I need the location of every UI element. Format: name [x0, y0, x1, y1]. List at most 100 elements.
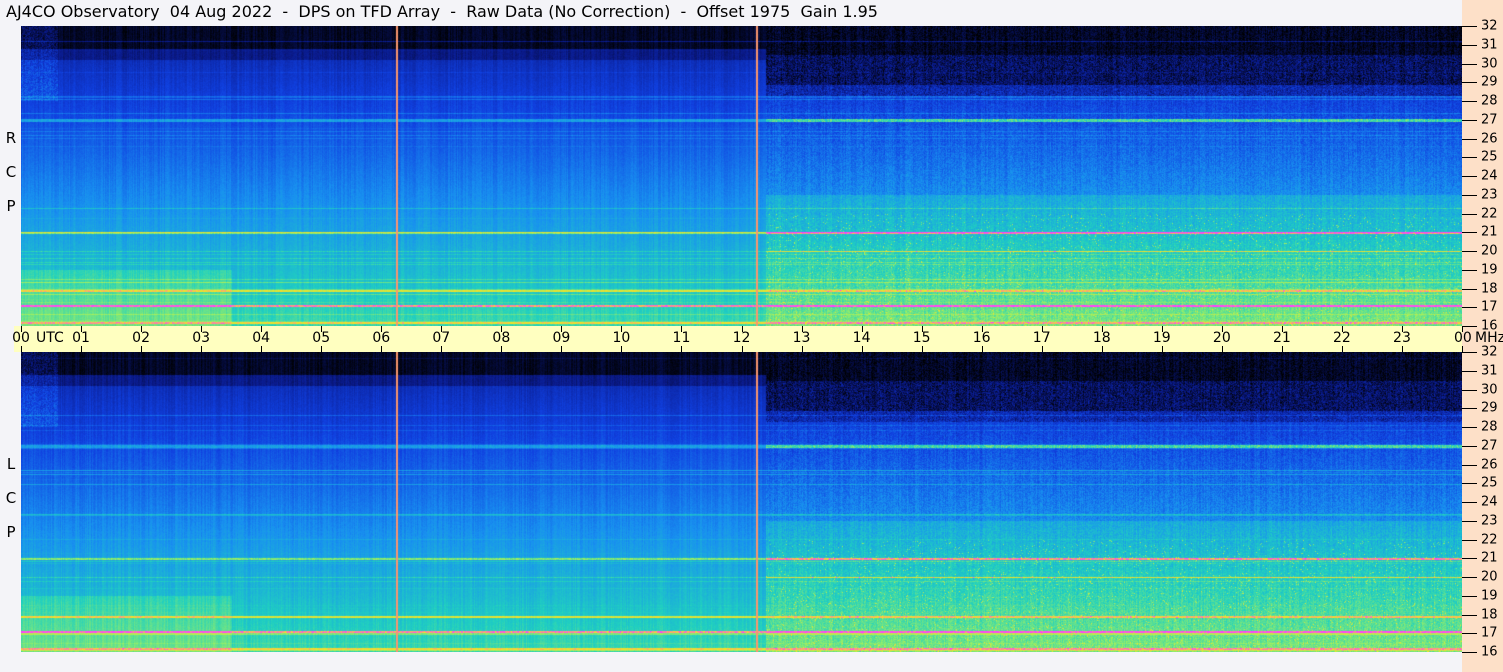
freq-tick-label: 31 — [1481, 37, 1498, 53]
freq-tick-label: 31 — [1481, 363, 1498, 379]
freq-tick-label: 24 — [1481, 494, 1498, 510]
time-tick — [1221, 326, 1223, 332]
polarization-label: RCP — [4, 121, 18, 223]
time-tick-label: 22 — [1332, 330, 1351, 346]
freq-tick-label: 29 — [1481, 74, 1498, 90]
freq-tick-label: 17 — [1481, 625, 1498, 641]
time-tick-label: 13 — [792, 330, 811, 346]
time-tick — [861, 326, 863, 332]
polarization-label: LCP — [4, 447, 18, 549]
time-tick-label: 14 — [852, 330, 871, 346]
freq-tick — [1462, 633, 1477, 635]
x-axis-unit: UTC — [36, 330, 64, 346]
freq-tick — [1462, 595, 1477, 597]
time-tick-label: 11 — [672, 330, 691, 346]
time-tick — [561, 346, 563, 352]
polarization-letter: R — [5, 129, 17, 147]
time-tick — [921, 326, 923, 332]
time-tick-label: 06 — [372, 330, 391, 346]
freq-tick-label: 17 — [1481, 299, 1498, 315]
freq-tick-label: 28 — [1481, 419, 1498, 435]
time-tick-label: 09 — [552, 330, 571, 346]
time-tick — [801, 326, 803, 332]
freq-tick — [1462, 520, 1477, 522]
freq-tick-label: 23 — [1481, 187, 1498, 203]
time-tick — [1281, 346, 1283, 352]
freq-tick — [1462, 82, 1477, 84]
time-tick — [441, 326, 443, 332]
time-tick — [681, 326, 683, 332]
freq-tick-label: 18 — [1481, 607, 1498, 622]
freq-tick — [1462, 502, 1477, 503]
polarization-letter: L — [6, 455, 16, 473]
time-tick-label: 23 — [1393, 330, 1411, 346]
lcp-spectrogram — [21, 352, 1462, 652]
time-tick-label: 03 — [192, 330, 211, 346]
time-tick — [1101, 346, 1103, 352]
time-tick-label: 19 — [1152, 330, 1171, 346]
time-tick — [1161, 346, 1163, 352]
time-tick-label: 08 — [492, 330, 511, 346]
freq-tick — [1462, 101, 1477, 102]
freq-tick — [1462, 288, 1477, 290]
time-tick — [801, 346, 803, 352]
freq-tick — [1462, 63, 1477, 65]
time-tick — [141, 346, 143, 352]
time-tick — [1161, 326, 1163, 332]
freq-tick-label: 26 — [1481, 131, 1498, 146]
freq-tick-label: 32 — [1481, 18, 1498, 34]
time-tick-label: 15 — [912, 330, 931, 346]
freq-tick-label: 28 — [1481, 93, 1498, 109]
freq-tick-label: 26 — [1481, 457, 1498, 472]
time-tick — [381, 326, 383, 332]
freq-tick-label: 24 — [1481, 168, 1498, 184]
freq-tick-label: 21 — [1481, 550, 1498, 566]
freq-tick-label: 16 — [1481, 644, 1498, 660]
time-tick — [321, 346, 323, 352]
freq-tick — [1462, 44, 1477, 46]
time-tick — [1101, 326, 1103, 332]
time-tick — [21, 346, 22, 352]
time-tick — [381, 346, 383, 352]
freq-tick-label: 18 — [1481, 281, 1498, 296]
polarization-letter: C — [5, 489, 17, 507]
freq-tick-label: 25 — [1481, 475, 1498, 491]
time-tick — [321, 326, 323, 332]
time-tick — [981, 326, 983, 332]
freq-tick — [1462, 119, 1477, 121]
time-tick — [981, 346, 983, 352]
time-tick — [741, 346, 743, 352]
time-tick — [1401, 346, 1403, 352]
freq-tick-label: 22 — [1481, 206, 1498, 221]
freq-tick-label: 20 — [1481, 243, 1498, 259]
time-tick-label: 05 — [312, 330, 331, 346]
time-tick — [501, 326, 503, 332]
time-tick — [201, 326, 203, 332]
time-tick — [741, 326, 743, 332]
freq-tick-label: 20 — [1481, 569, 1498, 585]
freq-tick — [1462, 558, 1477, 560]
time-tick-label: 18 — [1092, 330, 1111, 346]
chart-title: AJ4CO Observatory 04 Aug 2022 - DPS on T… — [6, 2, 878, 21]
freq-tick-label: 22 — [1481, 532, 1498, 547]
freq-tick — [1462, 389, 1477, 391]
time-tick-label: 01 — [72, 330, 90, 346]
freq-tick — [1462, 194, 1477, 196]
time-tick-label: 17 — [1032, 330, 1051, 346]
time-tick-label: 10 — [612, 330, 631, 346]
freq-tick — [1462, 269, 1477, 271]
time-tick-label: 12 — [732, 330, 751, 346]
polarization-letter: P — [6, 197, 16, 215]
freq-tick-label: 32 — [1481, 344, 1498, 360]
freq-tick — [1462, 427, 1477, 428]
freq-tick — [1462, 464, 1477, 466]
time-tick-label: 00 — [1454, 330, 1472, 346]
freq-tick — [1462, 232, 1477, 234]
time-tick-label: 16 — [972, 330, 991, 346]
time-tick — [1041, 326, 1043, 332]
freq-tick — [1462, 408, 1477, 410]
freq-tick-label: 19 — [1481, 262, 1498, 278]
lcp-heatmap — [21, 352, 1462, 652]
time-tick — [21, 326, 22, 332]
freq-tick-label: 30 — [1481, 56, 1498, 71]
